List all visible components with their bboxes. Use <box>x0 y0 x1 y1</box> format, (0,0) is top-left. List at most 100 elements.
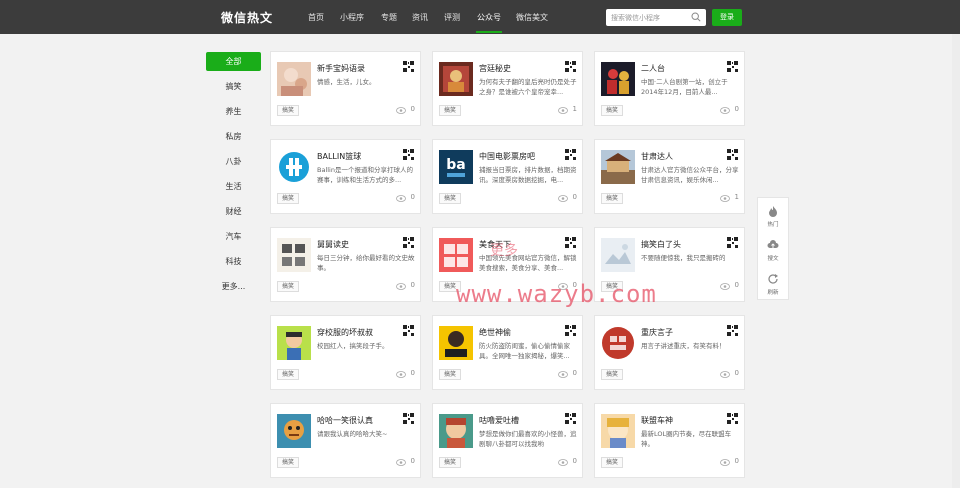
category-auto[interactable]: 汽车 <box>206 227 261 246</box>
category-private[interactable]: 私房 <box>206 127 261 146</box>
qr-code-icon[interactable] <box>565 413 576 424</box>
account-description: 中国·二人台剧第一站，创立于2014年12月，目前人最... <box>641 78 728 96</box>
account-card[interactable]: 新手宝妈语录 情感，生活，儿女。 搞笑 0 <box>270 51 421 126</box>
nav-reviews[interactable]: 评测 <box>444 12 460 23</box>
submit-button[interactable]: 搜文 <box>758 234 788 267</box>
account-description: 每日三分钟，给你最好看的文史故事。 <box>317 254 415 272</box>
category-tag[interactable]: 搞笑 <box>439 457 461 468</box>
account-avatar <box>601 414 635 448</box>
account-title[interactable]: 宫廷秘史 <box>479 63 511 74</box>
view-count: 0 <box>734 281 739 289</box>
account-card[interactable]: 联盟车神 最新LOL圈内节奏，尽在联盟车神。 搞笑 0 <box>594 403 745 478</box>
category-finance[interactable]: 财经 <box>206 202 261 221</box>
qr-code-icon[interactable] <box>727 149 738 160</box>
account-card[interactable]: 重庆言子 用言子讲述重庆，有笑有料！ 搞笑 0 <box>594 315 745 390</box>
qr-code-icon[interactable] <box>727 237 738 248</box>
account-avatar <box>439 62 473 96</box>
account-title[interactable]: 哈哈一笑很认真 <box>317 415 373 426</box>
qr-code-icon[interactable] <box>727 413 738 424</box>
category-tech[interactable]: 科技 <box>206 252 261 271</box>
account-card[interactable]: 舅舅读史 每日三分钟，给你最好看的文史故事。 搞笑 0 <box>270 227 421 302</box>
nav-topics[interactable]: 专题 <box>381 12 397 23</box>
account-card[interactable]: ba 中国电影票房吧 捕报当日票房，排片数据，档期资讯。深度票房数据挖掘，电..… <box>432 139 583 214</box>
account-title[interactable]: 舅舅读史 <box>317 239 349 250</box>
search-input[interactable]: 搜索微信小程序 <box>611 13 660 23</box>
account-title[interactable]: 穿校服的坏叔叔 <box>317 327 373 338</box>
account-title[interactable]: BALLIN篮球 <box>317 151 361 162</box>
qr-code-icon[interactable] <box>565 61 576 72</box>
category-tag[interactable]: 搞笑 <box>439 105 461 116</box>
account-card[interactable]: 绝世神偷 防火防盗防闺蜜，偷心偷情偷家具。全网唯一独家揭秘，爆笑... 搞笑 0 <box>432 315 583 390</box>
account-title[interactable]: 重庆言子 <box>641 327 673 338</box>
account-card[interactable]: 甘肃达人 甘肃达人官方微信公众平台，分享甘肃信息资讯，娱乐休闲... 搞笑 1 <box>594 139 745 214</box>
nav-official-accounts[interactable]: 公众号 <box>477 12 501 23</box>
category-funny[interactable]: 搞笑 <box>206 77 261 96</box>
category-gossip[interactable]: 八卦 <box>206 152 261 171</box>
account-avatar <box>439 238 473 272</box>
account-description: 捕报当日票房，排片数据，档期资讯。深度票房数据挖掘，电... <box>479 166 577 184</box>
account-title[interactable]: 新手宝妈语录 <box>317 63 365 74</box>
category-life[interactable]: 生活 <box>206 177 261 196</box>
qr-code-icon[interactable] <box>565 237 576 248</box>
account-card[interactable]: 宫廷秘史 为何有夫子翻的皇后亮时仍是处子之身？是谁被六个皇帝宠幸... 搞笑 1 <box>432 51 583 126</box>
account-title[interactable]: 绝世神偷 <box>479 327 511 338</box>
qr-code-icon[interactable] <box>565 325 576 336</box>
category-tag[interactable]: 搞笑 <box>277 281 299 292</box>
hot-button[interactable]: 热门 <box>758 200 788 233</box>
account-title[interactable]: 二人台 <box>641 63 665 74</box>
view-count: 1 <box>572 105 577 113</box>
views-eye-icon <box>558 459 568 466</box>
active-nav-indicator <box>476 31 502 33</box>
account-card[interactable]: BALLIN篮球 Ballin是一个报道和分享打球人的赛事，训练和生活方式的多.… <box>270 139 421 214</box>
qr-code-icon[interactable] <box>565 149 576 160</box>
view-count: 0 <box>410 105 415 113</box>
account-title[interactable]: 中国电影票房吧 <box>479 151 535 162</box>
category-tag[interactable]: 搞笑 <box>439 369 461 380</box>
refresh-button[interactable]: 刷新 <box>758 268 788 301</box>
views-eye-icon <box>396 107 406 114</box>
nav-news[interactable]: 资讯 <box>412 12 428 23</box>
category-more[interactable]: 更多... <box>206 277 261 296</box>
account-card[interactable]: 穿校服的坏叔叔 校园红人，搞笑段子手。 搞笑 0 <box>270 315 421 390</box>
login-button[interactable]: 登录 <box>712 9 742 26</box>
views-eye-icon <box>396 283 406 290</box>
category-tag[interactable]: 搞笑 <box>601 369 623 380</box>
account-card[interactable]: 咕噜爱吐槽 梦想是做你们最喜欢的小怪兽，追剧聊八卦都可以找我哟 搞笑 0 <box>432 403 583 478</box>
account-card[interactable]: 哈哈一笑很认真 请跟我认真的哈哈大笑~ 搞笑 0 <box>270 403 421 478</box>
qr-code-icon[interactable] <box>727 325 738 336</box>
category-tag[interactable]: 搞笑 <box>277 369 299 380</box>
account-description: 为何有夫子翻的皇后亮时仍是处子之身？是谁被六个皇帝宠幸... <box>479 78 577 96</box>
search-icon[interactable] <box>691 12 701 22</box>
cloud-upload-icon <box>767 240 779 248</box>
qr-code-icon[interactable] <box>403 413 414 424</box>
category-tag[interactable]: 搞笑 <box>277 105 299 116</box>
category-all[interactable]: 全部 <box>206 52 261 71</box>
account-title[interactable]: 咕噜爱吐槽 <box>479 415 519 426</box>
scrollbar-track[interactable] <box>952 34 960 488</box>
nav-mini-program[interactable]: 小程序 <box>340 12 364 23</box>
category-health[interactable]: 养生 <box>206 102 261 121</box>
account-avatar <box>601 238 635 272</box>
category-tag[interactable]: 搞笑 <box>601 105 623 116</box>
category-tag[interactable]: 搞笑 <box>601 457 623 468</box>
account-description: 最新LOL圈内节奏，尽在联盟车神。 <box>641 430 732 448</box>
category-tag[interactable]: 搞笑 <box>601 193 623 204</box>
nav-home[interactable]: 首页 <box>308 12 324 23</box>
account-avatar <box>439 414 473 448</box>
account-card[interactable]: 二人台 中国·二人台剧第一站，创立于2014年12月，目前人最... 搞笑 0 <box>594 51 745 126</box>
floating-tools: 热门 搜文 刷新 <box>757 197 789 300</box>
qr-code-icon[interactable] <box>403 149 414 160</box>
category-tag[interactable]: 搞笑 <box>277 193 299 204</box>
qr-code-icon[interactable] <box>727 61 738 72</box>
qr-code-icon[interactable] <box>403 61 414 72</box>
account-title[interactable]: 搞笑白了头 <box>641 239 681 250</box>
nav-wechat-articles[interactable]: 微信美文 <box>516 12 548 23</box>
search-box[interactable]: 搜索微信小程序 <box>606 9 706 26</box>
qr-code-icon[interactable] <box>403 325 414 336</box>
category-tag[interactable]: 搞笑 <box>277 457 299 468</box>
account-title[interactable]: 甘肃达人 <box>641 151 673 162</box>
qr-code-icon[interactable] <box>403 237 414 248</box>
site-logo[interactable]: 微信热文 <box>221 9 273 26</box>
account-title[interactable]: 联盟车神 <box>641 415 673 426</box>
category-tag[interactable]: 搞笑 <box>439 193 461 204</box>
